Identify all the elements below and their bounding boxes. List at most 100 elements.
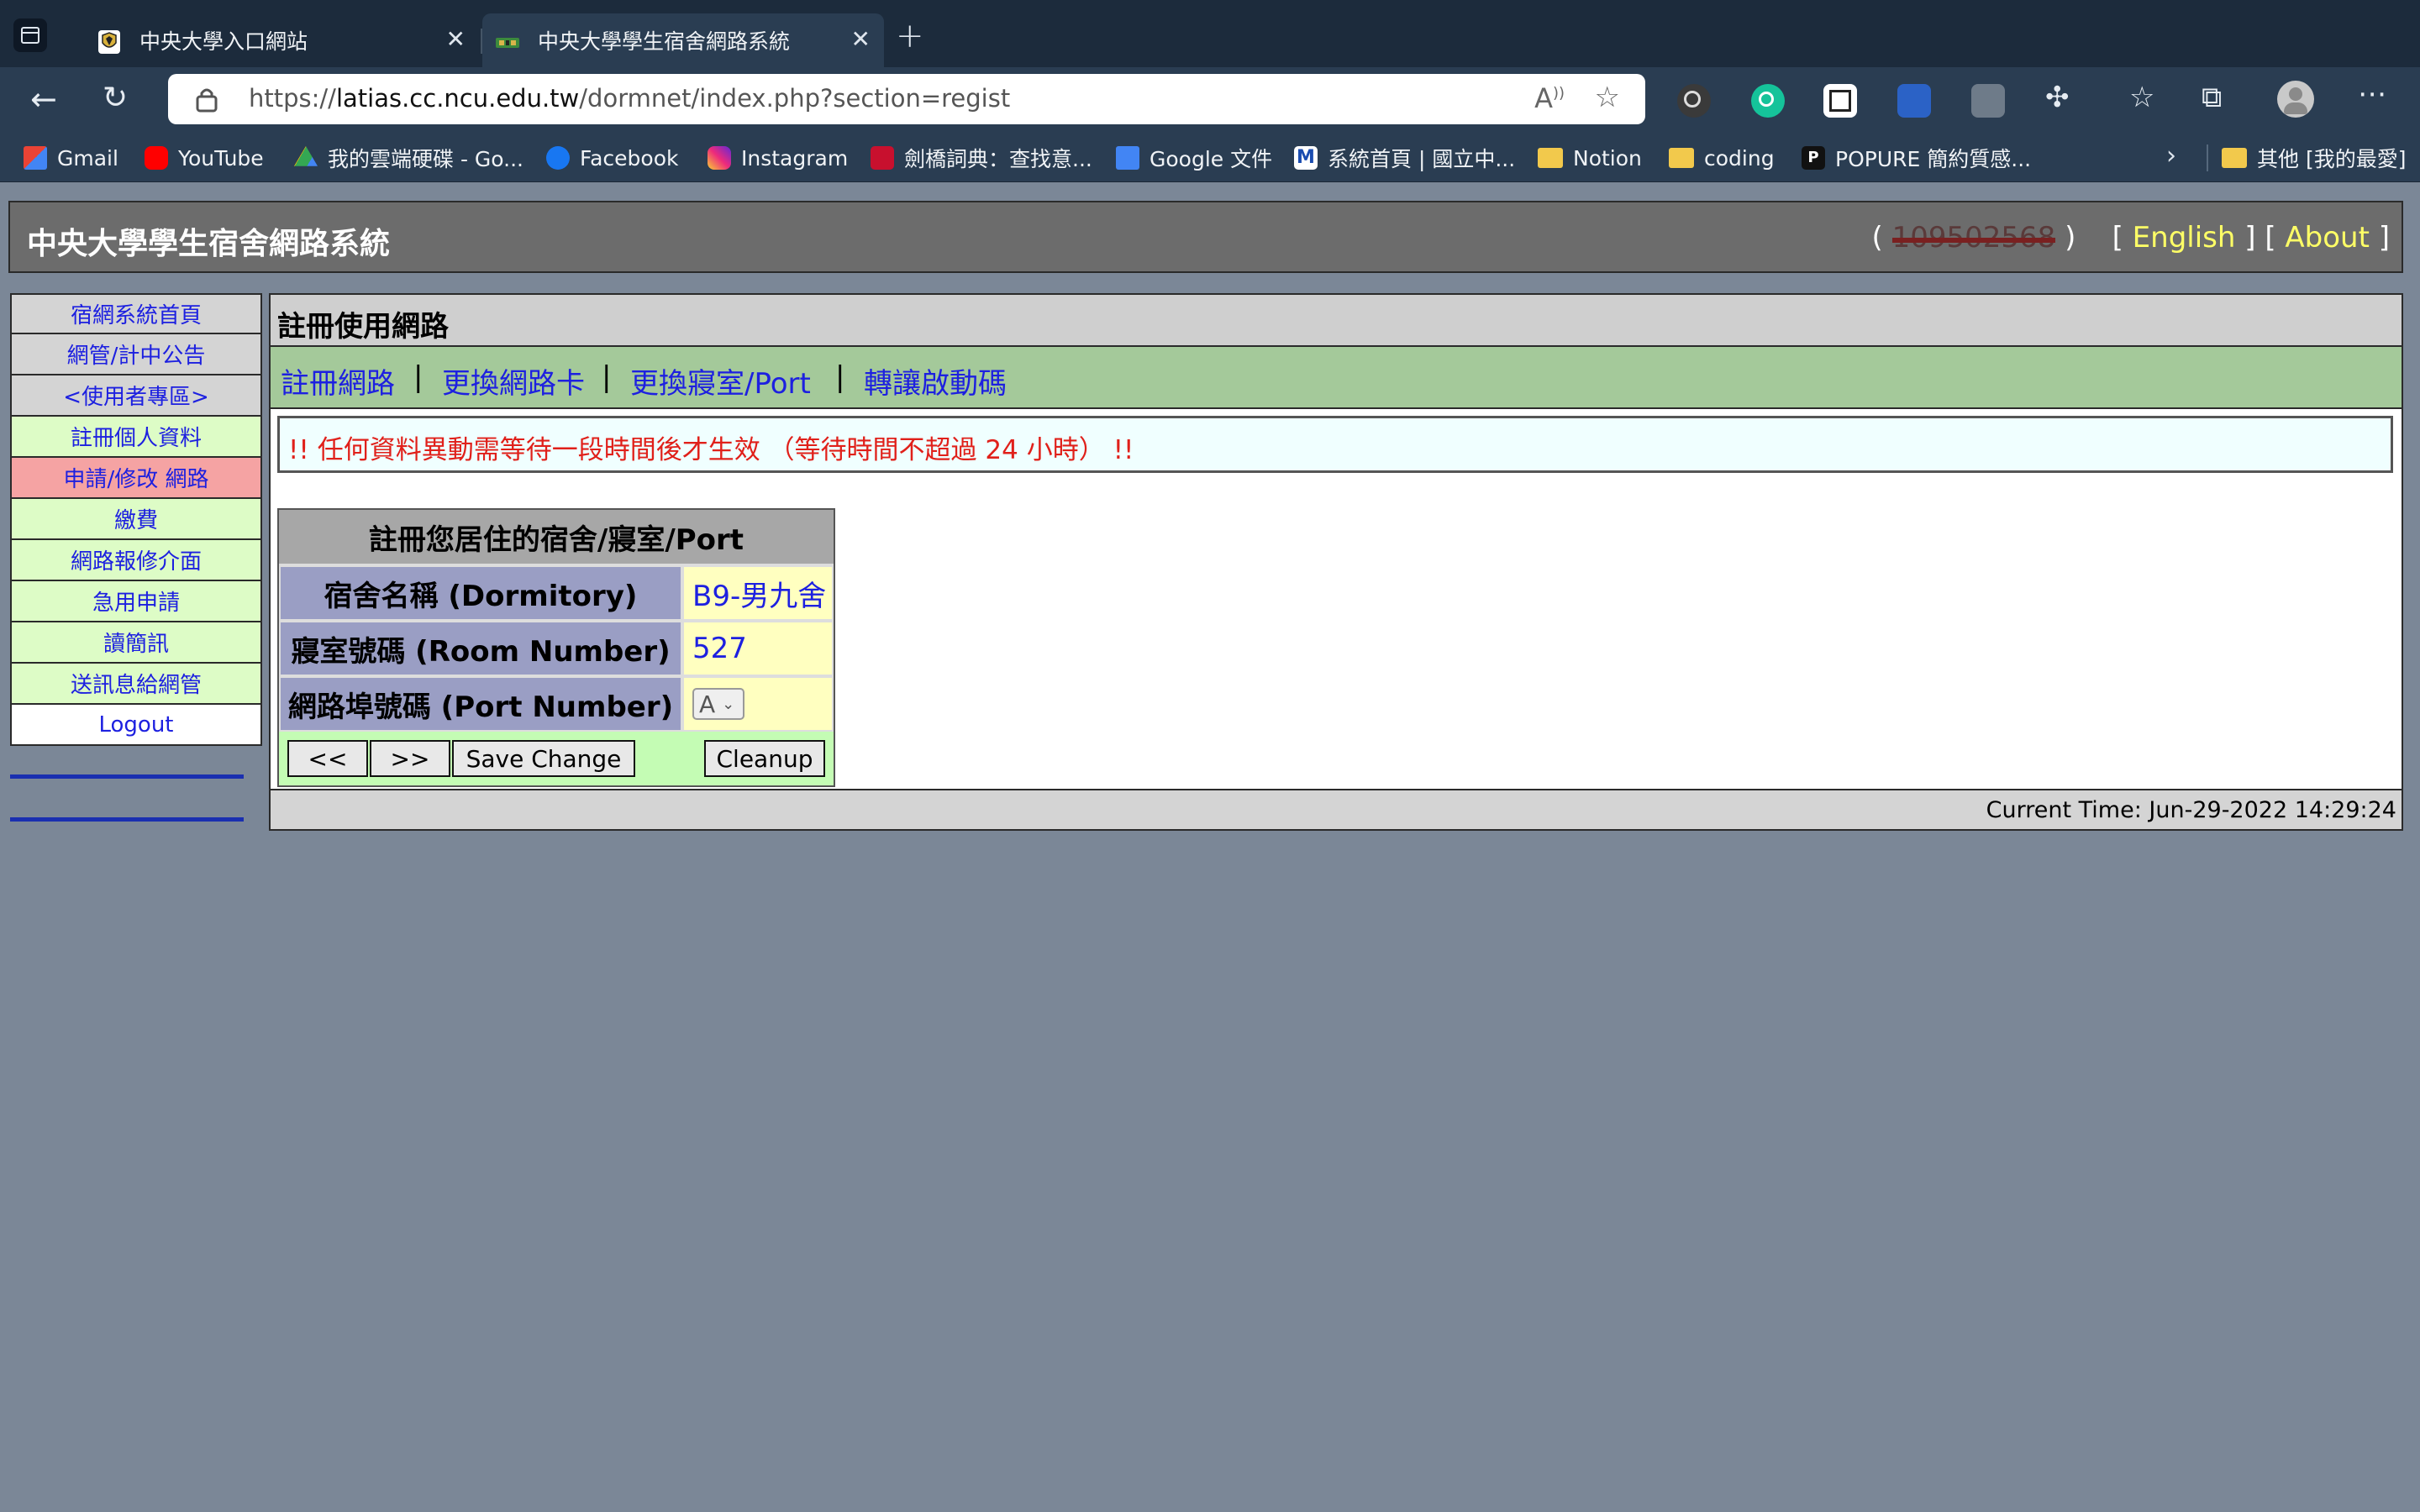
bookmark-ncu-system[interactable]: M 系統首頁 | 國立中... xyxy=(1294,143,1515,173)
sidebar-item-payment[interactable]: 繳費 xyxy=(10,499,262,540)
google-drive-icon xyxy=(294,146,318,166)
tab-title: 中央大學學生宿舍網路系統 xyxy=(538,29,791,54)
read-aloud-icon[interactable]: A)) xyxy=(1534,82,1565,114)
bookmark-instagram[interactable]: Instagram xyxy=(708,143,848,173)
grammarly-icon[interactable] xyxy=(1751,84,1785,118)
sidebar-menu: 宿網系統首頁 網管/計中公告 <使用者專區> 註冊個人資料 申請/修改 網路 繳… xyxy=(10,293,262,822)
extensions-puzzle-icon[interactable]: ✣ xyxy=(2045,81,2070,114)
sidebar-item-user-area[interactable]: <使用者專區> xyxy=(10,375,262,417)
ncu-shield-icon xyxy=(98,30,120,54)
link-change-nic[interactable]: 更換網路卡 xyxy=(442,360,585,402)
bookmark-label: POPURE 簡約質感... xyxy=(1835,147,2032,171)
address-bar[interactable]: https://latias.cc.ncu.edu.tw/dormnet/ind… xyxy=(168,74,1645,124)
bookmark-folder-other-favorites[interactable]: 其他 [我的最愛] xyxy=(2222,143,2406,173)
link-register-network[interactable]: 註冊網路 xyxy=(281,360,395,402)
port-label: 網路埠號碼 (Port Number) xyxy=(279,676,682,732)
bookmark-label: coding xyxy=(1704,145,1775,171)
sidebar-item-repair[interactable]: 網路報修介面 xyxy=(10,540,262,581)
sidebar-item-read-messages[interactable]: 讀簡訊 xyxy=(10,622,262,664)
bookmark-gmail[interactable]: Gmail xyxy=(24,143,118,173)
tab-title: 中央大學入口網站 xyxy=(139,29,308,54)
prev-button[interactable]: << xyxy=(287,740,368,777)
folder-icon xyxy=(1538,148,1563,168)
folder-icon xyxy=(2222,148,2247,168)
tab-actions-button[interactable] xyxy=(13,18,47,52)
port-cell: A ⌄ xyxy=(682,676,834,732)
bookmark-youtube[interactable]: YouTube xyxy=(145,143,264,173)
dormitory-label: 宿舍名稱 (Dormitory) xyxy=(279,565,682,621)
grammarly-go-icon[interactable] xyxy=(1677,84,1711,118)
bookmark-google-docs[interactable]: Google 文件 xyxy=(1116,143,1272,173)
dormitory-value: B9-男九舍 xyxy=(682,565,834,621)
notion-clipper-icon[interactable] xyxy=(1823,84,1857,118)
more-menu-icon[interactable]: ⋯ xyxy=(2358,77,2386,111)
collections-icon[interactable]: ⧉ xyxy=(2202,81,2222,114)
bookmark-label: Instagram xyxy=(741,145,849,171)
chevron-right-icon[interactable]: › xyxy=(2166,141,2176,171)
google-docs-icon xyxy=(1116,146,1139,170)
refresh-icon[interactable]: ↻ xyxy=(103,81,128,115)
bookmark-label: 其他 [我的最愛] xyxy=(2257,147,2407,171)
bookmark-facebook[interactable]: Facebook xyxy=(546,143,678,173)
bookmark-folder-notion[interactable]: Notion xyxy=(1538,143,1642,173)
save-change-button[interactable]: Save Change xyxy=(452,740,635,777)
instagram-icon xyxy=(708,146,731,170)
bookmark-label: 系統首頁 | 國立中... xyxy=(1328,147,1516,171)
sidebar-item-register-profile[interactable]: 註冊個人資料 xyxy=(10,417,262,458)
cleanup-button[interactable]: Cleanup xyxy=(704,740,825,777)
bookmark-google-drive[interactable]: 我的雲端硬碟 - Go... xyxy=(294,143,523,173)
add-favorite-icon[interactable]: ☆ xyxy=(1595,81,1620,114)
next-button[interactable]: >> xyxy=(370,740,450,777)
action-links-row: 註冊網路 | 更換網路卡 | 更換寢室/Port | 轉讓啟動碼 xyxy=(271,347,2402,409)
about-link[interactable]: About xyxy=(2285,221,2370,255)
link-transfer-activation-code[interactable]: 轉讓啟動碼 xyxy=(864,360,1007,402)
extension-stack-icon[interactable] xyxy=(1971,84,2005,118)
dormnet-page: 中央大學學生宿舍網路系統 ( 109502568 ) [ English ] [… xyxy=(0,182,2420,1512)
gmail-icon xyxy=(24,146,47,170)
port-selected-value: A xyxy=(699,690,716,718)
sidebar-divider xyxy=(10,774,244,779)
bookmark-label: 劍橋詞典：查找意... xyxy=(904,147,1092,171)
current-time: Current Time: Jun-29-2022 14:29:24 xyxy=(1986,797,2396,823)
sidebar-divider xyxy=(10,817,244,822)
bookmark-popure[interactable]: P POPURE 簡約質感... xyxy=(1802,143,2031,173)
back-arrow-icon[interactable]: ← xyxy=(30,81,57,118)
link-change-room-port[interactable]: 更換寢室/Port xyxy=(630,360,811,402)
room-value: 527 xyxy=(682,621,834,676)
sidebar-item-announcements[interactable]: 網管/計中公告 xyxy=(10,334,262,375)
bookmark-cambridge-dictionary[interactable]: 劍橋詞典：查找意... xyxy=(871,143,1092,173)
site-header: 中央大學學生宿舍網路系統 ( 109502568 ) [ English ] [… xyxy=(8,201,2403,273)
tab-ncu-portal[interactable]: 中央大學入口網站 ✕ xyxy=(84,13,479,67)
bookmark-folder-coding[interactable]: coding xyxy=(1669,143,1775,173)
close-tab-icon[interactable]: ✕ xyxy=(446,25,466,53)
profile-avatar-icon[interactable] xyxy=(2277,81,2314,118)
favorites-icon[interactable]: ☆ xyxy=(2129,81,2154,114)
room-label: 寢室號碼 (Room Number) xyxy=(279,621,682,676)
chevron-down-icon: ⌄ xyxy=(722,695,735,713)
new-tab-icon[interactable]: + xyxy=(896,17,924,55)
url-host: latias.cc.ncu.edu.tw xyxy=(335,84,580,113)
close-tab-icon[interactable]: ✕ xyxy=(851,25,871,53)
english-link[interactable]: English xyxy=(2133,221,2236,255)
tab-dormnet[interactable]: 中央大學學生宿舍網路系統 ✕ xyxy=(482,13,884,67)
system-title: 中央大學學生宿舍網路系統 xyxy=(27,227,391,261)
sidebar-item-logout[interactable]: Logout xyxy=(10,705,262,746)
screen-capture-icon[interactable] xyxy=(1897,84,1931,118)
user-id: 109502568 xyxy=(1891,221,2056,255)
cambridge-shield-icon xyxy=(871,146,894,170)
sidebar-item-apply-network[interactable]: 申請/修改 網路 xyxy=(10,458,262,499)
bookmark-label: YouTube xyxy=(178,145,264,171)
facebook-icon xyxy=(546,146,570,170)
lock-icon[interactable] xyxy=(195,86,218,113)
sidebar-item-message-admin[interactable]: 送訊息給網管 xyxy=(10,664,262,705)
bookmarks-bar: Gmail YouTube 我的雲端硬碟 - Go... Facebook In… xyxy=(0,134,2420,182)
network-card-icon xyxy=(496,38,519,48)
section-title-row: 註冊使用網路 xyxy=(271,295,2402,347)
notice-text: !! 任何資料異動需等待一段時間後才生效 （等待時間不超過 24 小時） !! xyxy=(288,435,1134,465)
sidebar-item-home[interactable]: 宿網系統首頁 xyxy=(10,293,262,334)
url-text[interactable]: https://latias.cc.ncu.edu.tw/dormnet/ind… xyxy=(249,84,1010,113)
bookmark-label: Gmail xyxy=(57,145,118,171)
sidebar-item-urgent-apply[interactable]: 急用申請 xyxy=(10,581,262,622)
section-title: 註冊使用網路 xyxy=(277,310,449,344)
port-select[interactable]: A ⌄ xyxy=(692,688,744,720)
